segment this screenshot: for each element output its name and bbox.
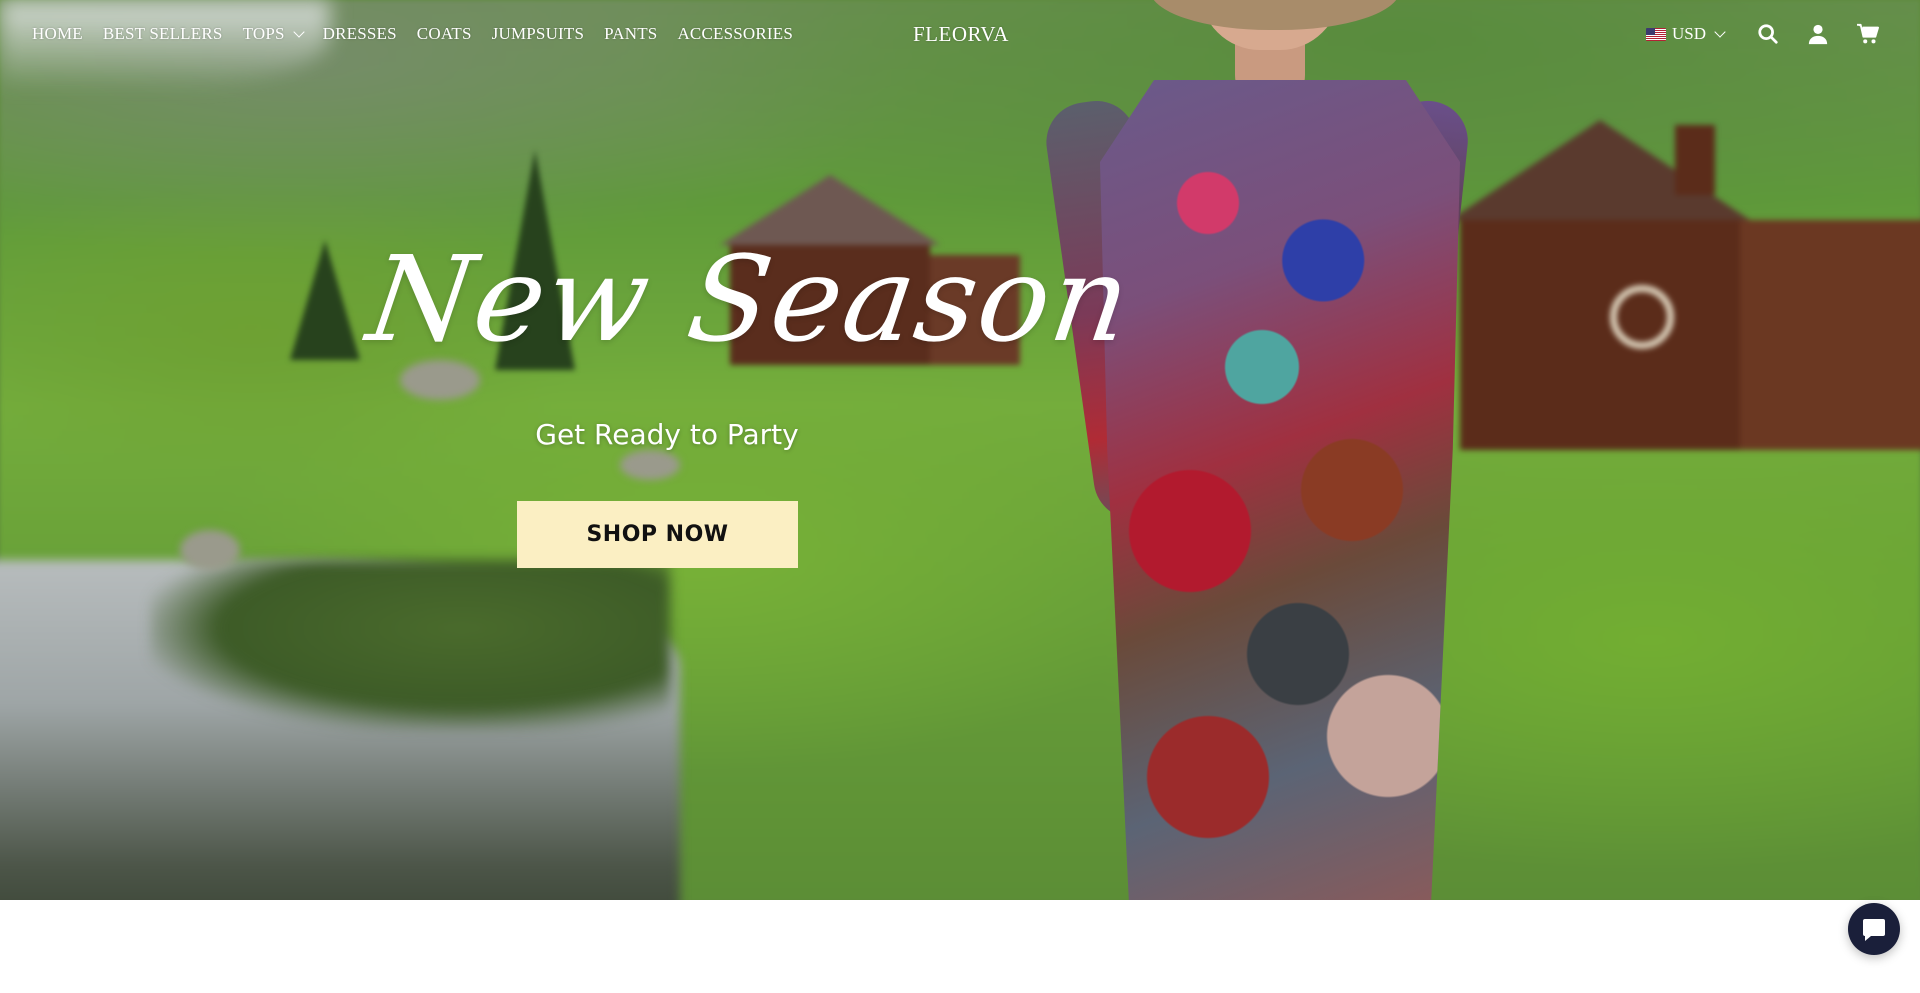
nav-item-label: DRESSES bbox=[322, 24, 397, 43]
chat-launcher-button[interactable] bbox=[1848, 903, 1900, 955]
hero-riverbank bbox=[150, 560, 670, 730]
hero-rock bbox=[620, 450, 680, 480]
header-actions: USD bbox=[1645, 22, 1880, 46]
search-icon[interactable] bbox=[1756, 22, 1780, 46]
nav-item-label: BEST SELLERS bbox=[102, 24, 223, 43]
nav-item-dresses[interactable]: DRESSES bbox=[323, 24, 397, 44]
hero-copy: New Season Get Ready to Party SHOP NOW bbox=[360, 230, 1140, 568]
nav-item-accessories[interactable]: ACCESSORIES bbox=[677, 24, 793, 44]
hero-tree bbox=[290, 240, 360, 360]
nav-item-label: JUMPSUITS bbox=[491, 24, 585, 43]
nav-item-best-sellers[interactable]: BEST SELLERS bbox=[103, 24, 223, 44]
hero-model bbox=[1041, 0, 1472, 900]
nav-item-label: PANTS bbox=[604, 24, 658, 43]
nav-item-coats[interactable]: COATS bbox=[417, 24, 472, 44]
page-content-start bbox=[0, 900, 1920, 993]
hero-subtitle: Get Ready to Party bbox=[535, 418, 799, 451]
nav-item-jumpsuits[interactable]: JUMPSUITS bbox=[492, 24, 585, 44]
model-patchwork-dress bbox=[1100, 80, 1460, 900]
nav-item-label: HOME bbox=[32, 24, 83, 43]
brand-logo[interactable]: FLEORVA bbox=[913, 22, 1009, 47]
chat-icon bbox=[1863, 919, 1885, 941]
cart-icon[interactable] bbox=[1856, 22, 1880, 46]
us-flag-icon bbox=[1645, 27, 1666, 41]
chevron-down-icon bbox=[292, 26, 305, 38]
shop-now-button[interactable]: SHOP NOW bbox=[517, 501, 798, 568]
nav-item-label: COATS bbox=[416, 24, 472, 43]
main-menu: HOME BEST SELLERS TOPS DRESSES COATS JUM… bbox=[32, 24, 793, 44]
chevron-down-icon bbox=[1714, 26, 1726, 38]
currency-label: USD bbox=[1671, 24, 1706, 43]
top-navigation: HOME BEST SELLERS TOPS DRESSES COATS JUM… bbox=[0, 0, 1920, 70]
nav-item-label: ACCESSORIES bbox=[677, 24, 794, 43]
currency-selector[interactable]: USD bbox=[1645, 24, 1726, 44]
nav-item-pants[interactable]: PANTS bbox=[604, 24, 657, 44]
nav-item-tops[interactable]: TOPS bbox=[242, 24, 305, 44]
nav-item-home[interactable]: HOME bbox=[32, 24, 83, 44]
nav-item-label: TOPS bbox=[242, 24, 285, 43]
hero-rock bbox=[180, 530, 240, 570]
hero-script-title: New Season bbox=[360, 230, 1140, 368]
hero-banner: New Season Get Ready to Party SHOP NOW bbox=[0, 0, 1920, 900]
account-icon[interactable] bbox=[1806, 22, 1830, 46]
